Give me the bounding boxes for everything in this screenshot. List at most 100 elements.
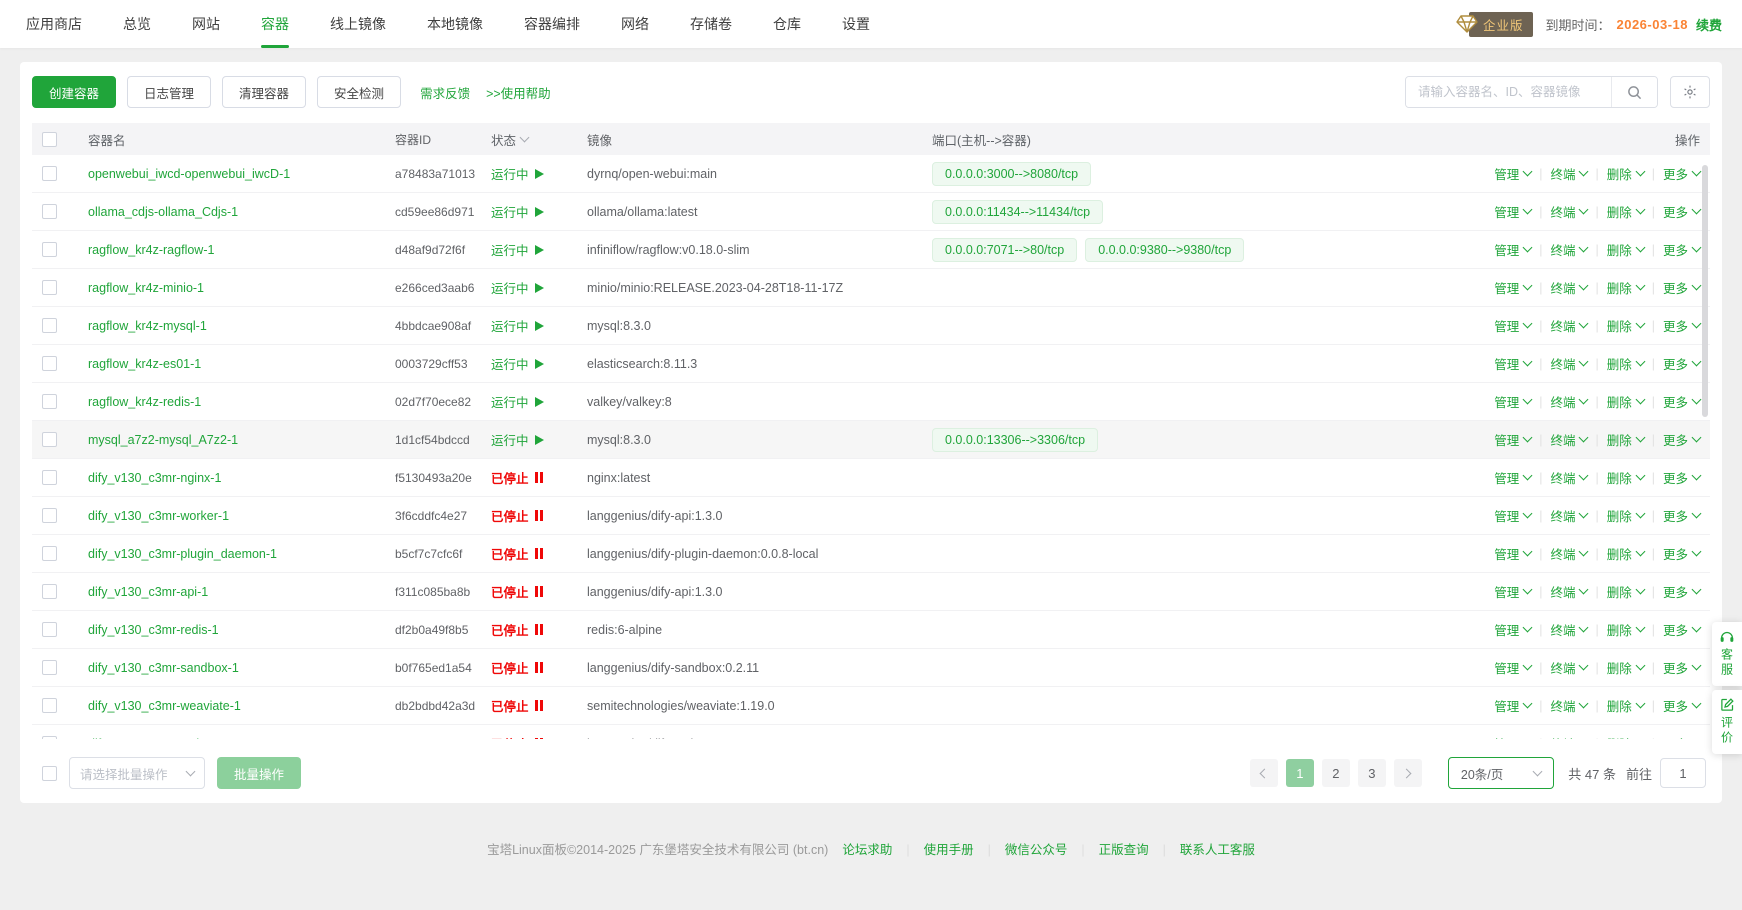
- container-name-link[interactable]: ragflow_kr4z-es01-1: [88, 357, 201, 371]
- row-checkbox[interactable]: [42, 394, 57, 409]
- row-checkbox[interactable]: [42, 242, 57, 257]
- row-action-link[interactable]: 更多: [1644, 392, 1700, 411]
- row-action-link[interactable]: 终端: [1531, 506, 1587, 525]
- row-checkbox[interactable]: [42, 318, 57, 333]
- container-name-link[interactable]: ollama_cdjs-ollama_Cdjs-1: [88, 205, 238, 219]
- row-action-link[interactable]: 管理: [1494, 430, 1531, 449]
- batch-operation-button[interactable]: 批量操作: [217, 757, 301, 789]
- container-name-link[interactable]: dify_v130_c3mr-redis-1: [88, 623, 219, 637]
- row-action-link[interactable]: 删除: [1587, 658, 1643, 677]
- row-checkbox[interactable]: [42, 356, 57, 371]
- row-checkbox[interactable]: [42, 698, 57, 713]
- row-action-link[interactable]: 删除: [1587, 430, 1643, 449]
- row-action-link[interactable]: 删除: [1587, 734, 1643, 739]
- row-action-link[interactable]: 管理: [1494, 240, 1531, 259]
- row-action-link[interactable]: 删除: [1587, 278, 1643, 297]
- row-checkbox[interactable]: [42, 584, 57, 599]
- row-action-link[interactable]: 更多: [1644, 734, 1700, 739]
- row-action-link[interactable]: 终端: [1531, 316, 1587, 335]
- row-checkbox[interactable]: [42, 622, 57, 637]
- row-checkbox[interactable]: [42, 470, 57, 485]
- row-action-link[interactable]: 更多: [1644, 696, 1700, 715]
- row-action-link[interactable]: 更多: [1644, 468, 1700, 487]
- row-action-link[interactable]: 删除: [1587, 468, 1643, 487]
- rate-feedback-widget[interactable]: 评价: [1712, 690, 1742, 754]
- container-name-link[interactable]: ragflow_kr4z-minio-1: [88, 281, 204, 295]
- help-link[interactable]: >>使用帮助: [486, 83, 551, 102]
- row-action-link[interactable]: 更多: [1644, 316, 1700, 335]
- renew-link[interactable]: 续费: [1696, 15, 1722, 34]
- row-action-link[interactable]: 终端: [1531, 164, 1587, 183]
- container-name-link[interactable]: openwebui_iwcd-openwebui_iwcD-1: [88, 167, 290, 181]
- clean-container-button[interactable]: 清理容器: [222, 76, 306, 108]
- row-action-link[interactable]: 更多: [1644, 430, 1700, 449]
- container-name-link[interactable]: dify_v130_c3mr-sandbox-1: [88, 661, 239, 675]
- row-action-link[interactable]: 终端: [1531, 202, 1587, 221]
- nav-tab[interactable]: 网络: [621, 0, 649, 48]
- row-action-link[interactable]: 终端: [1531, 278, 1587, 297]
- row-action-link[interactable]: 删除: [1587, 582, 1643, 601]
- nav-tab[interactable]: 总览: [123, 0, 151, 48]
- row-action-link[interactable]: 删除: [1587, 620, 1643, 639]
- container-name-link[interactable]: dify_v130_c3mr-weaviate-1: [88, 699, 241, 713]
- nav-tab[interactable]: 网站: [192, 0, 220, 48]
- row-action-link[interactable]: 删除: [1587, 354, 1643, 373]
- feedback-link[interactable]: 需求反馈: [420, 83, 470, 102]
- footer-link[interactable]: 论坛求助: [842, 839, 892, 858]
- nav-tab[interactable]: 设置: [842, 0, 870, 48]
- next-page-button[interactable]: [1394, 759, 1422, 787]
- row-action-link[interactable]: 管理: [1494, 202, 1531, 221]
- container-name-link[interactable]: dify_v130_c3mr-plugin_daemon-1: [88, 547, 277, 561]
- nav-tab[interactable]: 应用商店: [26, 0, 82, 48]
- row-action-link[interactable]: 删除: [1587, 202, 1643, 221]
- settings-button[interactable]: [1670, 76, 1710, 108]
- row-action-link[interactable]: 管理: [1494, 620, 1531, 639]
- nav-tab[interactable]: 容器: [261, 0, 289, 48]
- container-name-link[interactable]: dify_v130_c3mr-web-1: [88, 737, 214, 740]
- row-action-link[interactable]: 更多: [1644, 202, 1700, 221]
- nav-tab[interactable]: 线上镜像: [330, 0, 386, 48]
- header-status-filter[interactable]: 状态: [491, 130, 587, 149]
- row-action-link[interactable]: 删除: [1587, 506, 1643, 525]
- nav-tab[interactable]: 容器编排: [524, 0, 580, 48]
- row-action-link[interactable]: 更多: [1644, 582, 1700, 601]
- row-action-link[interactable]: 管理: [1494, 696, 1531, 715]
- row-action-link[interactable]: 终端: [1531, 392, 1587, 411]
- row-action-link[interactable]: 更多: [1644, 164, 1700, 183]
- footer-link[interactable]: 正版查询: [1067, 839, 1148, 858]
- footer-link[interactable]: 联系人工客服: [1149, 839, 1255, 858]
- row-action-link[interactable]: 删除: [1587, 240, 1643, 259]
- footer-link[interactable]: 使用手册: [892, 839, 973, 858]
- row-checkbox[interactable]: [42, 204, 57, 219]
- row-action-link[interactable]: 删除: [1587, 316, 1643, 335]
- row-action-link[interactable]: 终端: [1531, 734, 1587, 739]
- row-action-link[interactable]: 管理: [1494, 734, 1531, 739]
- row-action-link[interactable]: 删除: [1587, 544, 1643, 563]
- row-checkbox[interactable]: [42, 280, 57, 295]
- row-action-link[interactable]: 终端: [1531, 354, 1587, 373]
- customer-service-widget[interactable]: 客服: [1712, 622, 1742, 686]
- container-name-link[interactable]: mysql_a7z2-mysql_A7z2-1: [88, 433, 238, 447]
- page-number-button[interactable]: 3: [1358, 759, 1386, 787]
- container-name-link[interactable]: dify_v130_c3mr-worker-1: [88, 509, 229, 523]
- nav-tab[interactable]: 仓库: [773, 0, 801, 48]
- row-action-link[interactable]: 更多: [1644, 506, 1700, 525]
- row-action-link[interactable]: 更多: [1644, 658, 1700, 677]
- row-action-link[interactable]: 删除: [1587, 696, 1643, 715]
- page-size-select[interactable]: 20条/页: [1448, 757, 1554, 789]
- row-checkbox[interactable]: [42, 736, 57, 739]
- page-number-button[interactable]: 2: [1322, 759, 1350, 787]
- row-action-link[interactable]: 删除: [1587, 164, 1643, 183]
- goto-page-input[interactable]: [1660, 758, 1706, 788]
- row-action-link[interactable]: 更多: [1644, 620, 1700, 639]
- row-checkbox[interactable]: [42, 508, 57, 523]
- batch-select-all-checkbox[interactable]: [42, 766, 57, 781]
- row-action-link[interactable]: 终端: [1531, 696, 1587, 715]
- footer-link[interactable]: 微信公众号: [974, 839, 1068, 858]
- security-check-button[interactable]: 安全检测: [317, 76, 401, 108]
- row-action-link[interactable]: 管理: [1494, 278, 1531, 297]
- row-checkbox[interactable]: [42, 166, 57, 181]
- row-action-link[interactable]: 终端: [1531, 430, 1587, 449]
- row-action-link[interactable]: 管理: [1494, 658, 1531, 677]
- row-action-link[interactable]: 管理: [1494, 164, 1531, 183]
